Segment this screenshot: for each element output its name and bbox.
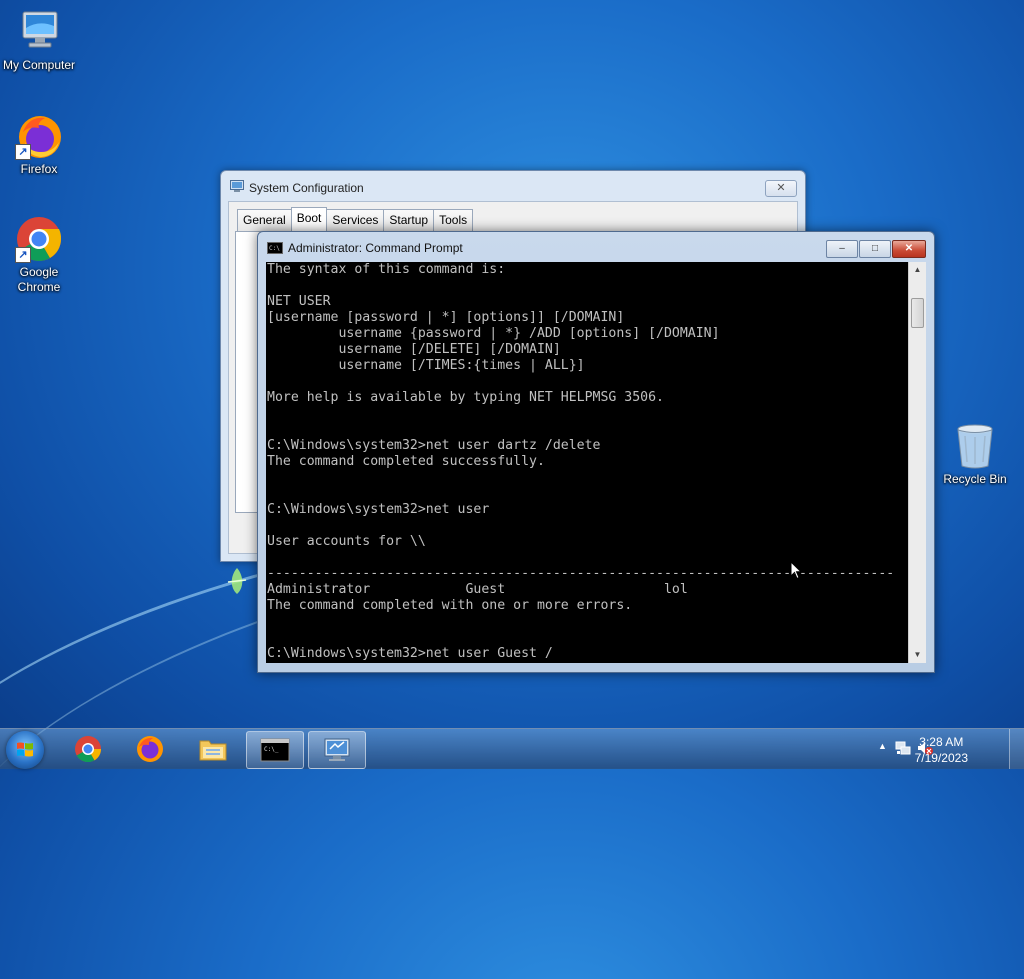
tab-services[interactable]: Services	[326, 209, 385, 233]
console-text: The syntax of this command is: NET USER …	[267, 262, 895, 661]
console-output-area[interactable]: The syntax of this command is: NET USER …	[266, 262, 908, 663]
tab-startup[interactable]: Startup	[383, 209, 435, 233]
chrome-icon	[75, 736, 102, 763]
chrome-icon: ↗	[15, 215, 63, 263]
show-hidden-icons-icon[interactable]: ▲	[878, 741, 887, 751]
desktop-icon-google-chrome[interactable]: ↗ Google Chrome	[0, 215, 79, 295]
tab-general[interactable]: General	[237, 209, 292, 233]
tab-tools[interactable]: Tools	[433, 209, 474, 233]
taskbar-explorer-button[interactable]	[185, 731, 241, 767]
system-configuration-icon	[324, 738, 350, 761]
network-icon[interactable]	[894, 739, 912, 757]
maximize-button[interactable]: □	[859, 240, 891, 258]
window-controls: ‒ □ ✕	[825, 240, 926, 258]
wallpaper-logo-leaf	[227, 568, 247, 594]
system-configuration-icon	[230, 180, 244, 192]
desktop-icon-label: Recycle Bin	[943, 472, 1007, 486]
desktop-icon-label: My Computer	[2, 58, 76, 72]
shortcut-arrow-icon: ↗	[15, 247, 31, 263]
window-title: System Configuration	[249, 181, 364, 195]
taskbar-command-prompt-button[interactable]: C:\_	[246, 731, 304, 769]
tab-boot[interactable]: Boot	[290, 207, 328, 231]
firefox-icon: ↗	[15, 112, 63, 160]
show-desktop-button[interactable]	[1009, 729, 1024, 769]
system-tray: ▲ 3:28 AM 7/19/2023	[864, 729, 1024, 769]
scrollbar-thumb[interactable]	[911, 298, 924, 328]
taskbar-system-configuration-button[interactable]	[308, 731, 366, 769]
recycle-bin-icon	[951, 422, 999, 470]
close-button[interactable]: ✕	[892, 240, 926, 258]
minimize-button[interactable]: ‒	[826, 240, 858, 258]
clock-date: 7/19/2023	[914, 751, 968, 765]
desktop-icon-firefox[interactable]: ↗ Firefox	[0, 112, 79, 177]
vertical-scrollbar[interactable]: ▲ ▼	[908, 262, 926, 663]
taskbar-chrome-button[interactable]	[60, 731, 116, 767]
taskbar: C:\_ ▲ 3:28 AM 7/19/2023	[0, 728, 1024, 769]
window-title: Administrator: Command Prompt	[288, 241, 463, 255]
scroll-up-arrow-icon[interactable]: ▲	[909, 262, 926, 278]
folder-icon	[199, 740, 227, 761]
mouse-cursor-icon	[790, 561, 802, 580]
desktop-icon-my-computer[interactable]: My Computer	[0, 8, 79, 73]
command-prompt-icon: C:\	[267, 242, 283, 254]
close-button[interactable]: ✕	[765, 180, 797, 197]
shortcut-arrow-icon: ↗	[15, 144, 31, 160]
start-button[interactable]	[6, 731, 44, 769]
command-prompt-icon: C:\_	[260, 738, 290, 762]
windows-logo-icon	[17, 742, 33, 757]
desktop-icon-label: Firefox	[20, 162, 58, 176]
desktop-icon-recycle-bin[interactable]: Recycle Bin	[935, 422, 1015, 487]
clock[interactable]: 3:28 AM 7/19/2023	[915, 734, 968, 766]
command-prompt-window[interactable]: C:\ Administrator: Command Prompt ‒ □ ✕ …	[257, 231, 935, 673]
desktop-icon-label: Google Chrome	[17, 265, 61, 294]
firefox-icon	[137, 736, 163, 762]
tab-strip: General Boot Services Startup Tools	[237, 207, 474, 233]
computer-icon	[15, 8, 63, 56]
clock-time: 3:28 AM	[919, 735, 964, 749]
svg-text:C:\_: C:\_	[264, 746, 279, 753]
taskbar-firefox-button[interactable]	[122, 731, 178, 767]
scroll-down-arrow-icon[interactable]: ▼	[909, 647, 926, 663]
